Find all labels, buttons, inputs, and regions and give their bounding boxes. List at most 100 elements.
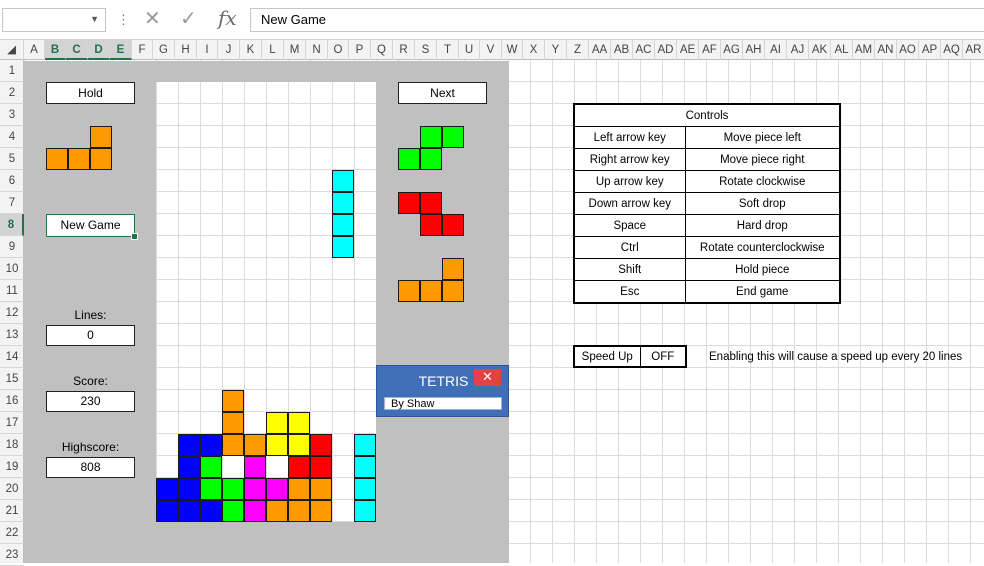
column-header-af[interactable]: AF [699, 40, 721, 60]
row-header-18[interactable]: 18 [0, 434, 24, 456]
row-header-21[interactable]: 21 [0, 500, 24, 522]
next-piece-block [442, 126, 464, 148]
column-header-h[interactable]: H [175, 40, 197, 60]
row-header-13[interactable]: 13 [0, 324, 24, 346]
row-header-7[interactable]: 7 [0, 192, 24, 214]
row-header-10[interactable]: 10 [0, 258, 24, 280]
next-piece-block [398, 192, 420, 214]
row-header-19[interactable]: 19 [0, 456, 24, 478]
board-block [310, 434, 332, 456]
column-header-j[interactable]: J [218, 40, 240, 60]
row-header-11[interactable]: 11 [0, 280, 24, 302]
fill-handle[interactable] [131, 233, 138, 240]
row-header-16[interactable]: 16 [0, 390, 24, 412]
row-header-2[interactable]: 2 [0, 82, 24, 104]
column-header-ac[interactable]: AC [633, 40, 655, 60]
column-header-f[interactable]: F [132, 40, 153, 60]
row-header-5[interactable]: 5 [0, 148, 24, 170]
new-game-button[interactable]: New Game [46, 214, 138, 240]
row-header-8[interactable]: 8 [0, 214, 24, 236]
column-header-ad[interactable]: AD [655, 40, 677, 60]
controls-row: Esc End game [573, 280, 841, 304]
column-header-l[interactable]: L [262, 40, 284, 60]
row-header-14[interactable]: 14 [0, 346, 24, 368]
tetris-dialog[interactable]: TETRIS ✕ By Shaw [376, 365, 509, 417]
row-header-20[interactable]: 20 [0, 478, 24, 500]
speed-up-toggle[interactable]: OFF [639, 345, 687, 368]
column-header-am[interactable]: AM [853, 40, 875, 60]
insert-function-icon[interactable]: fx [218, 6, 237, 30]
column-header-ar[interactable]: AR [963, 40, 984, 60]
column-header-r[interactable]: R [393, 40, 415, 60]
column-header-i[interactable]: I [197, 40, 218, 60]
column-header-ao[interactable]: AO [897, 40, 919, 60]
column-header-e[interactable]: E [110, 40, 132, 60]
column-header-m[interactable]: M [284, 40, 306, 60]
board-block [310, 500, 332, 522]
column-header-aj[interactable]: AJ [787, 40, 809, 60]
drag-handle-icon[interactable]: ⋮ [117, 12, 130, 28]
column-header-d[interactable]: D [88, 40, 110, 60]
dialog-text-field[interactable]: By Shaw [384, 397, 502, 410]
select-all-corner[interactable]: ◢ [0, 40, 24, 60]
column-header-g[interactable]: G [153, 40, 175, 60]
column-header-y[interactable]: Y [545, 40, 567, 60]
column-header-ah[interactable]: AH [743, 40, 765, 60]
name-box[interactable]: ▼ [2, 8, 106, 32]
close-icon[interactable]: ✕ [474, 369, 501, 386]
row-header-12[interactable]: 12 [0, 302, 24, 324]
row-header-22[interactable]: 22 [0, 522, 24, 544]
row-header-17[interactable]: 17 [0, 412, 24, 434]
column-header-u[interactable]: U [459, 40, 480, 60]
column-header-x[interactable]: X [523, 40, 545, 60]
board-block [332, 214, 354, 236]
board-block [222, 390, 244, 412]
next-pieces [398, 126, 464, 302]
column-header-w[interactable]: W [502, 40, 523, 60]
column-header-ae[interactable]: AE [677, 40, 699, 60]
chevron-down-icon[interactable]: ▼ [90, 14, 99, 24]
next-label: Next [398, 82, 487, 104]
control-key: Right arrow key [573, 148, 686, 171]
column-header-k[interactable]: K [240, 40, 262, 60]
column-header-ag[interactable]: AG [721, 40, 743, 60]
column-header-o[interactable]: O [328, 40, 349, 60]
column-header-ak[interactable]: AK [809, 40, 831, 60]
column-header-ai[interactable]: AI [765, 40, 787, 60]
column-header-t[interactable]: T [437, 40, 459, 60]
board-block [222, 434, 244, 456]
board-block [266, 500, 288, 522]
board-block [332, 192, 354, 214]
column-header-c[interactable]: C [66, 40, 88, 60]
enter-icon[interactable]: ✓ [180, 6, 197, 31]
column-header-ab[interactable]: AB [611, 40, 633, 60]
column-header-b[interactable]: B [45, 40, 66, 60]
column-header-z[interactable]: Z [567, 40, 589, 60]
board-block [178, 478, 200, 500]
row-header-9[interactable]: 9 [0, 236, 24, 258]
board-block [332, 236, 354, 258]
column-header-aq[interactable]: AQ [941, 40, 963, 60]
column-header-an[interactable]: AN [875, 40, 897, 60]
board-block [244, 478, 266, 500]
formula-input[interactable]: New Game [250, 8, 984, 32]
row-header-6[interactable]: 6 [0, 170, 24, 192]
row-header-3[interactable]: 3 [0, 104, 24, 126]
column-header-ap[interactable]: AP [919, 40, 941, 60]
column-header-p[interactable]: P [349, 40, 371, 60]
highscore-value: 808 [46, 457, 135, 478]
column-header-q[interactable]: Q [371, 40, 393, 60]
column-header-s[interactable]: S [415, 40, 437, 60]
column-header-v[interactable]: V [480, 40, 502, 60]
board-block [266, 412, 288, 434]
board-block [332, 170, 354, 192]
column-header-a[interactable]: A [24, 40, 45, 60]
column-header-aa[interactable]: AA [589, 40, 611, 60]
column-header-al[interactable]: AL [831, 40, 853, 60]
column-header-n[interactable]: N [306, 40, 328, 60]
cancel-icon[interactable]: ✕ [144, 6, 161, 31]
row-header-1[interactable]: 1 [0, 60, 24, 82]
row-header-4[interactable]: 4 [0, 126, 24, 148]
row-header-15[interactable]: 15 [0, 368, 24, 390]
speed-up-label: Speed Up [573, 345, 641, 368]
